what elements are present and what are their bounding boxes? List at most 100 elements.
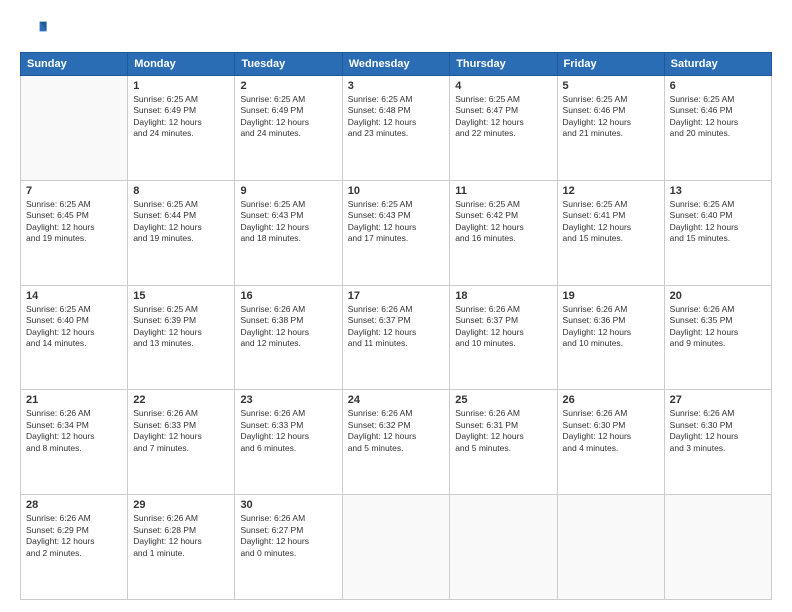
day-number: 11	[455, 185, 551, 197]
week-row-3: 14 Sunrise: 6:25 AMSunset: 6:40 PMDayligh…	[21, 285, 772, 390]
day-info: Sunrise: 6:26 AMSunset: 6:36 PMDaylight:…	[563, 304, 659, 350]
logo-icon	[20, 16, 48, 44]
week-row-1: 1 Sunrise: 6:25 AMSunset: 6:49 PMDaylight…	[21, 76, 772, 181]
day-info: Sunrise: 6:25 AMSunset: 6:46 PMDaylight:…	[670, 94, 766, 140]
day-info: Sunrise: 6:25 AMSunset: 6:40 PMDaylight:…	[670, 199, 766, 245]
calendar-cell: 28 Sunrise: 6:26 AMSunset: 6:29 PMDayligh…	[21, 495, 128, 600]
day-info: Sunrise: 6:26 AMSunset: 6:35 PMDaylight:…	[670, 304, 766, 350]
day-number: 12	[563, 185, 659, 197]
day-number: 18	[455, 290, 551, 302]
calendar-cell: 19 Sunrise: 6:26 AMSunset: 6:36 PMDayligh…	[557, 285, 664, 390]
day-number: 4	[455, 80, 551, 92]
day-number: 30	[240, 499, 336, 511]
day-info: Sunrise: 6:26 AMSunset: 6:34 PMDaylight:…	[26, 408, 122, 454]
day-info: Sunrise: 6:25 AMSunset: 6:44 PMDaylight:…	[133, 199, 229, 245]
day-info: Sunrise: 6:25 AMSunset: 6:40 PMDaylight:…	[26, 304, 122, 350]
calendar-cell	[664, 495, 771, 600]
calendar-cell	[557, 495, 664, 600]
week-row-2: 7 Sunrise: 6:25 AMSunset: 6:45 PMDaylight…	[21, 180, 772, 285]
calendar-cell: 27Sunrise: 6:26 AMSunset: 6:30 PMDayligh…	[664, 390, 771, 495]
day-info: Sunrise: 6:25 AMSunset: 6:45 PMDaylight:…	[26, 199, 122, 245]
day-info: Sunrise: 6:25 AMSunset: 6:41 PMDaylight:…	[563, 199, 659, 245]
day-number: 10	[348, 185, 445, 197]
day-number: 13	[670, 185, 766, 197]
day-number: 24	[348, 394, 445, 406]
day-info: Sunrise: 6:26 AMSunset: 6:31 PMDaylight:…	[455, 408, 551, 454]
day-number: 25	[455, 394, 551, 406]
calendar-cell: 8 Sunrise: 6:25 AMSunset: 6:44 PMDaylight…	[128, 180, 235, 285]
day-number: 19	[563, 290, 659, 302]
calendar-cell: 5 Sunrise: 6:25 AMSunset: 6:46 PMDaylight…	[557, 76, 664, 181]
day-number: 22	[133, 394, 229, 406]
calendar-cell: 1 Sunrise: 6:25 AMSunset: 6:49 PMDaylight…	[128, 76, 235, 181]
logo	[20, 16, 52, 44]
day-info: Sunrise: 6:25 AMSunset: 6:43 PMDaylight:…	[348, 199, 445, 245]
day-info: Sunrise: 6:26 AMSunset: 6:37 PMDaylight:…	[348, 304, 445, 350]
day-info: Sunrise: 6:26 AMSunset: 6:37 PMDaylight:…	[455, 304, 551, 350]
calendar-header: SundayMondayTuesdayWednesdayThursdayFrid…	[21, 53, 772, 76]
day-number: 3	[348, 80, 445, 92]
weekday-saturday: Saturday	[664, 53, 771, 76]
day-info: Sunrise: 6:25 AMSunset: 6:47 PMDaylight:…	[455, 94, 551, 140]
calendar-cell: 7 Sunrise: 6:25 AMSunset: 6:45 PMDaylight…	[21, 180, 128, 285]
day-info: Sunrise: 6:25 AMSunset: 6:42 PMDaylight:…	[455, 199, 551, 245]
day-number: 29	[133, 499, 229, 511]
day-info: Sunrise: 6:25 AMSunset: 6:49 PMDaylight:…	[133, 94, 229, 140]
calendar-cell: 17 Sunrise: 6:26 AMSunset: 6:37 PMDayligh…	[342, 285, 450, 390]
day-number: 21	[26, 394, 122, 406]
day-number: 1	[133, 80, 229, 92]
day-info: Sunrise: 6:26 AMSunset: 6:33 PMDaylight:…	[240, 408, 336, 454]
calendar-cell: 22 Sunrise: 6:26 AMSunset: 6:33 PMDayligh…	[128, 390, 235, 495]
day-number: 7	[26, 185, 122, 197]
day-number: 16	[240, 290, 336, 302]
day-number: 2	[240, 80, 336, 92]
day-info: Sunrise: 6:26 AMSunset: 6:30 PMDaylight:…	[563, 408, 659, 454]
day-number: 27	[670, 394, 766, 406]
calendar-cell: 10 Sunrise: 6:25 AMSunset: 6:43 PMDayligh…	[342, 180, 450, 285]
week-row-5: 28 Sunrise: 6:26 AMSunset: 6:29 PMDayligh…	[21, 495, 772, 600]
calendar-body: 1 Sunrise: 6:25 AMSunset: 6:49 PMDaylight…	[21, 76, 772, 600]
day-number: 8	[133, 185, 229, 197]
calendar-cell: 3 Sunrise: 6:25 AMSunset: 6:48 PMDaylight…	[342, 76, 450, 181]
day-number: 20	[670, 290, 766, 302]
calendar-cell: 23 Sunrise: 6:26 AMSunset: 6:33 PMDayligh…	[235, 390, 342, 495]
day-info: Sunrise: 6:26 AMSunset: 6:38 PMDaylight:…	[240, 304, 336, 350]
weekday-friday: Friday	[557, 53, 664, 76]
day-number: 28	[26, 499, 122, 511]
day-number: 5	[563, 80, 659, 92]
calendar-cell: 18 Sunrise: 6:26 AMSunset: 6:37 PMDayligh…	[450, 285, 557, 390]
day-info: Sunrise: 6:25 AMSunset: 6:48 PMDaylight:…	[348, 94, 445, 140]
day-info: Sunrise: 6:26 AMSunset: 6:33 PMDaylight:…	[133, 408, 229, 454]
calendar-cell: 14 Sunrise: 6:25 AMSunset: 6:40 PMDayligh…	[21, 285, 128, 390]
day-info: Sunrise: 6:26 AMSunset: 6:28 PMDaylight:…	[133, 513, 229, 559]
calendar-cell: 16 Sunrise: 6:26 AMSunset: 6:38 PMDayligh…	[235, 285, 342, 390]
weekday-thursday: Thursday	[450, 53, 557, 76]
page: SundayMondayTuesdayWednesdayThursdayFrid…	[0, 0, 792, 612]
calendar-cell: 9 Sunrise: 6:25 AMSunset: 6:43 PMDaylight…	[235, 180, 342, 285]
day-info: Sunrise: 6:25 AMSunset: 6:43 PMDaylight:…	[240, 199, 336, 245]
calendar-cell: 20 Sunrise: 6:26 AMSunset: 6:35 PMDayligh…	[664, 285, 771, 390]
day-number: 23	[240, 394, 336, 406]
weekday-wednesday: Wednesday	[342, 53, 450, 76]
day-number: 6	[670, 80, 766, 92]
day-number: 26	[563, 394, 659, 406]
weekday-tuesday: Tuesday	[235, 53, 342, 76]
day-info: Sunrise: 6:25 AMSunset: 6:39 PMDaylight:…	[133, 304, 229, 350]
weekday-monday: Monday	[128, 53, 235, 76]
day-number: 17	[348, 290, 445, 302]
day-info: Sunrise: 6:25 AMSunset: 6:46 PMDaylight:…	[563, 94, 659, 140]
header	[20, 16, 772, 44]
day-info: Sunrise: 6:26 AMSunset: 6:29 PMDaylight:…	[26, 513, 122, 559]
calendar-cell: 21 Sunrise: 6:26 AMSunset: 6:34 PMDayligh…	[21, 390, 128, 495]
day-number: 9	[240, 185, 336, 197]
weekday-header-row: SundayMondayTuesdayWednesdayThursdayFrid…	[21, 53, 772, 76]
calendar-table: SundayMondayTuesdayWednesdayThursdayFrid…	[20, 52, 772, 600]
calendar-cell: 30 Sunrise: 6:26 AMSunset: 6:27 PMDayligh…	[235, 495, 342, 600]
weekday-sunday: Sunday	[21, 53, 128, 76]
calendar-cell: 13 Sunrise: 6:25 AMSunset: 6:40 PMDayligh…	[664, 180, 771, 285]
calendar-cell: 29 Sunrise: 6:26 AMSunset: 6:28 PMDayligh…	[128, 495, 235, 600]
day-info: Sunrise: 6:26 AMSunset: 6:27 PMDaylight:…	[240, 513, 336, 559]
calendar-cell	[342, 495, 450, 600]
day-number: 14	[26, 290, 122, 302]
day-number: 15	[133, 290, 229, 302]
